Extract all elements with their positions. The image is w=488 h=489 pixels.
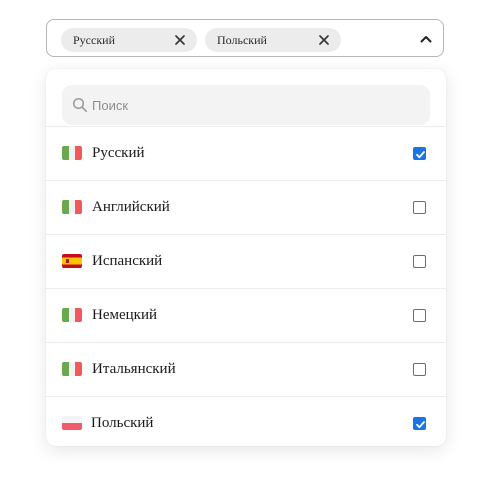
close-icon[interactable] [175,35,185,45]
flag-poland-icon [62,416,82,430]
chip-label: Русский [73,33,115,47]
option-spanish[interactable]: Испанский [46,234,446,288]
dropdown-panel: Русский Английский [46,69,446,446]
option-label: Русский [92,145,145,161]
search-icon [72,97,87,112]
language-multiselect[interactable]: Русский Польский [46,19,444,57]
flag-italy-icon [62,200,82,214]
selected-chip: Польский [205,28,341,52]
search-box [62,85,430,125]
chevron-up-icon[interactable] [420,35,432,43]
option-label: Итальянский [92,361,176,377]
flag-italy-icon [62,308,82,322]
checkbox-unchecked[interactable] [413,363,426,376]
flag-italy-icon [62,362,82,376]
checkbox-unchecked[interactable] [413,201,426,214]
close-icon[interactable] [319,35,329,45]
option-label: Английский [92,199,170,215]
option-polish[interactable]: Польский [46,396,446,446]
selected-chip: Русский [61,28,197,52]
chip-label: Польский [217,33,267,47]
checkbox-checked[interactable] [413,147,426,160]
option-label: Испанский [92,253,163,269]
option-russian[interactable]: Русский [46,126,446,180]
flag-spain-icon [62,254,82,268]
option-label: Немецкий [92,307,158,323]
option-italian[interactable]: Итальянский [46,342,446,396]
checkbox-checked[interactable] [413,417,426,430]
checkbox-unchecked[interactable] [413,309,426,322]
search-input[interactable] [92,85,412,125]
checkbox-unchecked[interactable] [413,255,426,268]
option-english[interactable]: Английский [46,180,446,234]
option-german[interactable]: Немецкий [46,288,446,342]
option-label: Польский [91,415,154,431]
flag-italy-icon [62,146,82,160]
options-list: Русский Английский Испанский Немецкий Ит… [46,126,446,446]
